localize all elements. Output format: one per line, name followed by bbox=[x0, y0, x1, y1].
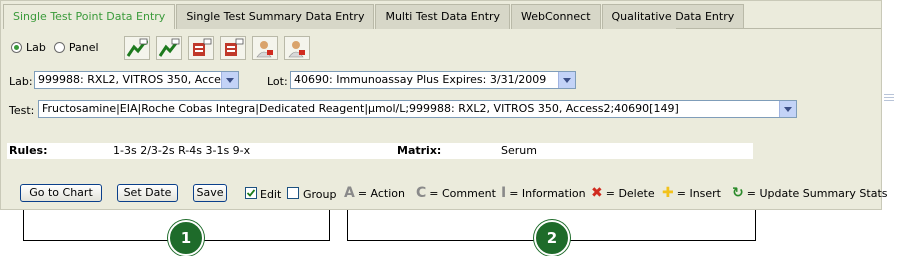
go-to-chart-button[interactable]: Go to Chart bbox=[20, 184, 102, 202]
tab-multi-test[interactable]: Multi Test Data Entry bbox=[375, 4, 511, 29]
splitter-grip-icon[interactable] bbox=[884, 94, 894, 104]
legend-delete-text: = Delete bbox=[605, 186, 655, 200]
tab-strip: Single Test Point Data Entry Single Test… bbox=[3, 4, 745, 29]
legend-comment-text: = Comment bbox=[429, 186, 496, 200]
lab-radio-label: Lab bbox=[26, 41, 46, 54]
legend-delete: ✖ = Delete bbox=[591, 185, 655, 201]
tab-webconnect[interactable]: WebConnect bbox=[511, 4, 601, 29]
callout-marker-2: 2 bbox=[534, 220, 570, 256]
legend-update-summary-text: = Update Summary Stats bbox=[746, 186, 888, 200]
edit-point-icon[interactable] bbox=[156, 36, 182, 60]
data-entry-panel: Single Test Point Data Entry Single Test… bbox=[0, 0, 888, 210]
edit-checkbox-label: Edit bbox=[260, 188, 282, 201]
chevron-down-icon bbox=[221, 72, 238, 88]
legend-insert: ✚ = Insert bbox=[662, 185, 721, 201]
update-summary-icon: ↻ bbox=[732, 185, 744, 201]
comment-icon: C bbox=[416, 185, 427, 201]
lot-select-value: 40690: Immunoassay Plus Expires: 3/31/20… bbox=[294, 73, 547, 86]
legend-comment: C = Comment bbox=[416, 185, 496, 201]
matrix-label: Matrix: bbox=[397, 144, 442, 157]
legend-update-summary: ↻ = Update Summary Stats bbox=[732, 185, 888, 201]
checkmark-icon bbox=[246, 189, 256, 197]
legend-information: I = Information bbox=[501, 185, 586, 201]
tab-single-test-point[interactable]: Single Test Point Data Entry bbox=[3, 4, 176, 29]
test-select[interactable]: Fructosamine|EIA|Roche Cobas Integra|Ded… bbox=[38, 100, 797, 118]
information-icon: I bbox=[501, 185, 507, 201]
add-point-icon[interactable] bbox=[124, 36, 150, 60]
lab-select[interactable]: 999988: RXL2, VITROS 350, Access2 bbox=[34, 71, 239, 89]
legend-action-text: = Action bbox=[357, 186, 406, 200]
lot-select[interactable]: 40690: Immunoassay Plus Expires: 3/31/20… bbox=[290, 71, 576, 89]
tab-qualitative[interactable]: Qualitative Data Entry bbox=[601, 4, 745, 29]
rules-matrix-row: Rules: 1-3s 2/3-2s R-4s 3-1s 9-x Matrix:… bbox=[7, 143, 753, 159]
edit-checkbox[interactable] bbox=[245, 187, 257, 199]
lab-label: Lab: bbox=[9, 75, 33, 88]
chart-edit-icon[interactable] bbox=[220, 36, 246, 60]
lab-radio[interactable] bbox=[11, 42, 22, 53]
legend-insert-text: = Insert bbox=[676, 186, 721, 200]
chevron-down-icon bbox=[779, 101, 796, 117]
legend-information-text: = Information bbox=[509, 186, 586, 200]
user-lab-icon[interactable] bbox=[252, 36, 278, 60]
tab-divider bbox=[676, 28, 881, 29]
lab-select-value: 999988: RXL2, VITROS 350, Access2 bbox=[38, 73, 239, 86]
user-delete-icon[interactable] bbox=[284, 36, 310, 60]
tab-single-test-summary[interactable]: Single Test Summary Data Entry bbox=[176, 4, 375, 29]
test-select-value: Fructosamine|EIA|Roche Cobas Integra|Ded… bbox=[42, 102, 679, 115]
matrix-value: Serum bbox=[501, 144, 537, 157]
chart-add-icon[interactable] bbox=[188, 36, 214, 60]
delete-icon: ✖ bbox=[591, 185, 603, 201]
insert-icon: ✚ bbox=[662, 185, 674, 201]
panel-radio[interactable] bbox=[53, 42, 65, 53]
group-checkbox[interactable] bbox=[287, 187, 299, 199]
lot-label: Lot: bbox=[267, 75, 288, 88]
callout-marker-1: 1 bbox=[168, 220, 204, 256]
group-checkbox-label: Group bbox=[303, 188, 337, 201]
mode-radio-group: Lab Panel bbox=[11, 41, 103, 54]
set-date-button[interactable]: Set Date bbox=[117, 184, 178, 202]
legend-action: A = Action bbox=[344, 185, 405, 201]
test-label: Test: bbox=[9, 104, 35, 117]
rules-label: Rules: bbox=[9, 144, 48, 157]
action-icon: A bbox=[344, 185, 355, 201]
save-button[interactable]: Save bbox=[193, 184, 227, 202]
rules-value: 1-3s 2/3-2s R-4s 3-1s 9-x bbox=[113, 144, 251, 157]
panel-radio-label: Panel bbox=[68, 41, 99, 54]
chevron-down-icon bbox=[558, 72, 575, 88]
